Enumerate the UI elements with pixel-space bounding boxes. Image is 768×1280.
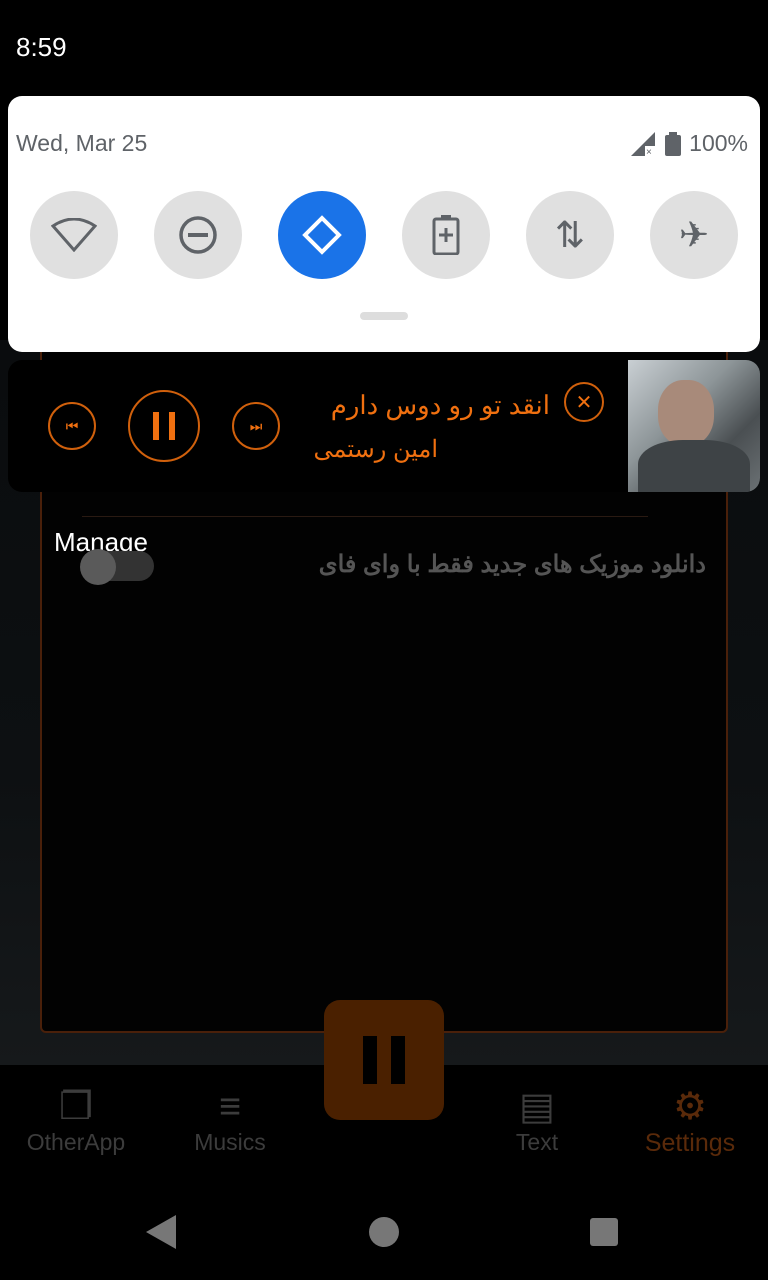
track-title: انقد تو رو دوس دارم	[330, 390, 550, 420]
nav-item-otherapp[interactable]: ❐ OtherApp	[1, 1085, 151, 1156]
pause-icon-bar	[391, 1036, 405, 1084]
panel-drag-handle[interactable]	[360, 312, 408, 320]
media-notification: ⏮ ⏭ انقد تو رو دوس دارم امین رستمی ✕	[8, 360, 760, 492]
battery-percent: 100%	[689, 130, 748, 156]
nav-label: Musics	[194, 1129, 266, 1155]
status-icons: × 100%	[631, 130, 748, 157]
nav-item-text[interactable]: ▤ Text	[462, 1085, 612, 1156]
mobile-data-tile[interactable]: ⇅	[526, 191, 614, 279]
back-icon[interactable]	[146, 1215, 176, 1249]
auto-rotate-icon	[302, 215, 342, 255]
date: Wed, Mar 25	[16, 130, 148, 156]
playlist-icon: ≡	[218, 1086, 242, 1128]
nav-label: OtherApp	[26, 1129, 126, 1155]
signal-icon: ×	[631, 131, 656, 156]
album-art	[628, 360, 760, 492]
mobile-data-icon: ⇅	[554, 214, 586, 255]
quick-settings-panel: Wed, Mar 25 × 100% ⇅ ✈	[8, 96, 760, 352]
status-time: 8:59	[16, 32, 67, 62]
nav-label: Settings	[644, 1129, 736, 1157]
home-icon[interactable]	[369, 1217, 399, 1247]
battery-icon	[665, 131, 682, 156]
auto-rotate-tile[interactable]	[278, 191, 366, 279]
album-art-face	[658, 380, 714, 446]
track-artist: امین رستمی	[313, 436, 438, 463]
nav-item-musics[interactable]: ≡ Musics	[155, 1085, 305, 1156]
do-not-disturb-icon	[179, 216, 217, 254]
airplane-mode-tile[interactable]: ✈	[650, 191, 738, 279]
dnd-tile[interactable]	[154, 191, 242, 279]
toggle-knob	[80, 549, 116, 585]
play-pause-fab[interactable]	[324, 1000, 444, 1120]
music-library-icon: ❐	[58, 1086, 94, 1128]
close-button[interactable]: ✕	[564, 382, 604, 422]
battery-saver-icon	[432, 215, 460, 255]
wifi-icon	[51, 218, 97, 252]
gear-icon: ⚙	[672, 1086, 708, 1128]
airplane-mode-icon: ✈	[678, 214, 710, 255]
pause-icon	[153, 412, 175, 440]
wifi-only-label: دانلود موزیک های جدید فقط با وای فای	[318, 551, 706, 578]
system-nav	[0, 1185, 768, 1280]
battery-saver-tile[interactable]	[402, 191, 490, 279]
album-art-body	[638, 440, 750, 492]
pause-button[interactable]	[128, 390, 200, 462]
recents-icon[interactable]	[590, 1218, 618, 1246]
close-icon: ✕	[575, 391, 593, 414]
wifi-tile[interactable]	[30, 191, 118, 279]
nav-label: Text	[515, 1129, 559, 1155]
message-icon: ▤	[519, 1086, 555, 1128]
svg-text:×: ×	[646, 147, 652, 156]
nav-item-settings[interactable]: ⚙ Settings	[615, 1085, 765, 1158]
skip-previous-icon: ⏮	[65, 417, 79, 434]
next-button[interactable]: ⏭	[232, 402, 280, 450]
previous-button[interactable]: ⏮	[48, 402, 96, 450]
skip-next-icon: ⏭	[249, 417, 263, 434]
wifi-only-toggle[interactable]	[80, 549, 154, 585]
divider	[82, 516, 648, 517]
pause-icon	[363, 1036, 377, 1084]
